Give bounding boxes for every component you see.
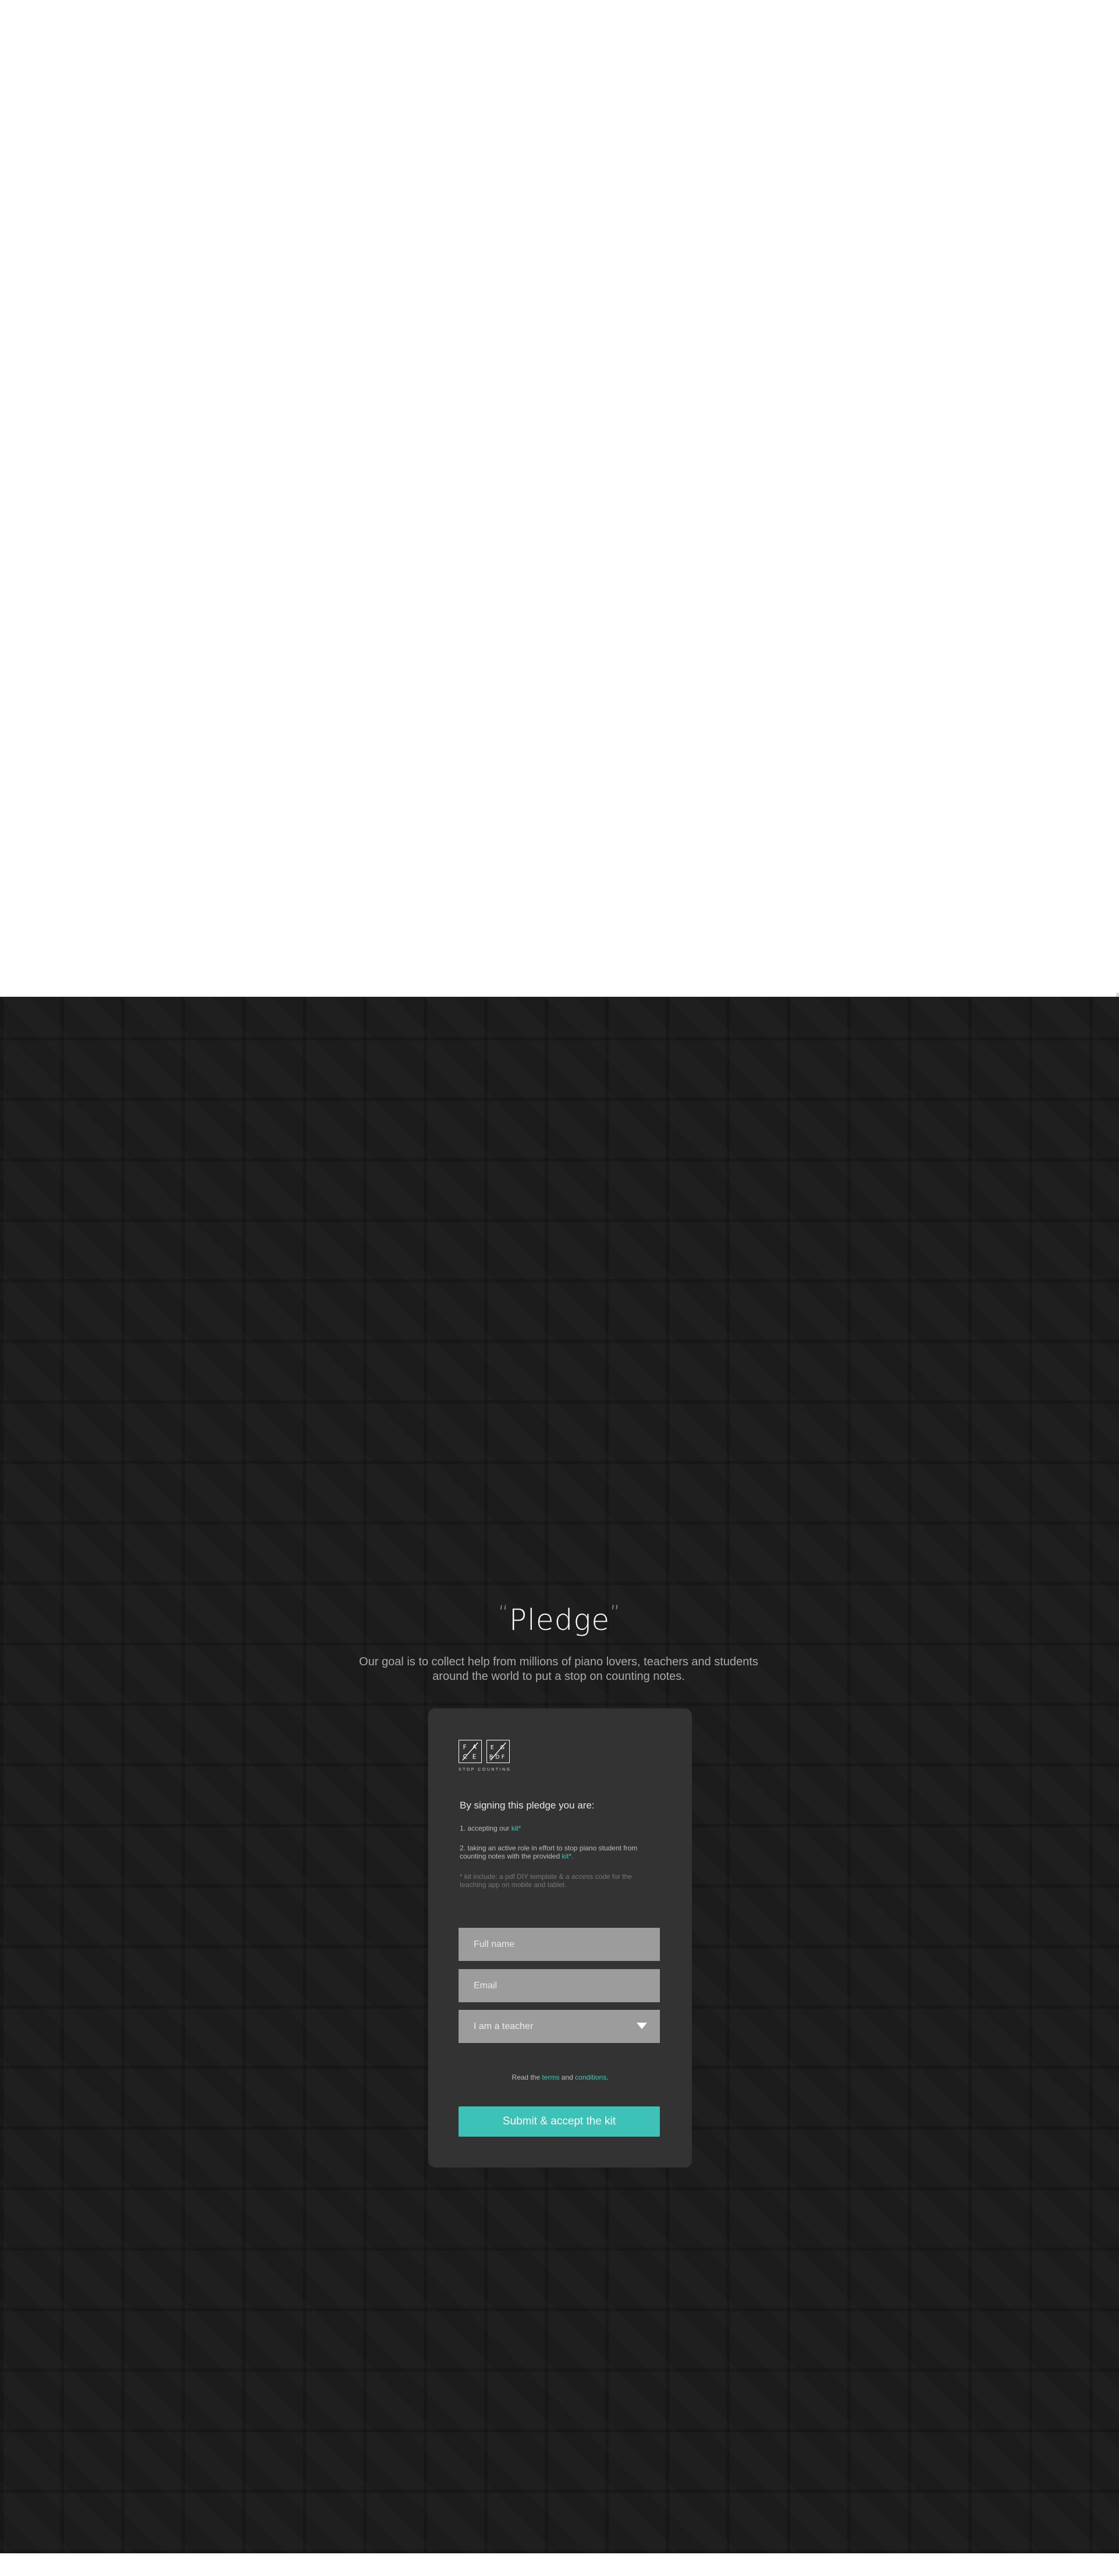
pledge-heading: By signing this pledge you are: (460, 1800, 595, 1811)
terms-link[interactable]: terms (542, 2073, 559, 2081)
logo-letter-1: F (463, 1744, 467, 1751)
logo-letter-5: E (491, 1744, 494, 1751)
pledge-item-1: 1. accepting our kit* (460, 1824, 658, 1832)
logo-egbdf-graphic: E G B D F (489, 1742, 506, 1761)
full-name-input[interactable] (459, 1928, 660, 1961)
logo-letter-8: D (495, 1754, 499, 1760)
stop-counting-logo: F A C E E G B D F STOP COUNTING (459, 1740, 523, 1776)
terms-notice: Read the terms and conditions. (428, 2073, 692, 2081)
kit-footnote: * kit include: a pdf DIY template & a ac… (460, 1873, 632, 1889)
logo-letter-6: G (500, 1744, 505, 1751)
kit-asterisk-2: *. (569, 1852, 574, 1860)
pledge-item-1-text: 1. accepting our (460, 1824, 511, 1832)
footer-blank-strip (0, 2553, 1119, 2576)
logo-letter-7: B (489, 1754, 493, 1760)
subtitle-line-2: around the world to put a stop on counti… (432, 1670, 685, 1683)
role-select-value: I am a teacher (474, 2021, 534, 2031)
email-input[interactable] (459, 1969, 660, 2002)
open-quote: “ (498, 1601, 509, 1625)
page-title: “Pledge” (0, 1601, 1119, 1637)
pledge-item-2: 2. taking an active role in effort to st… (460, 1844, 658, 1860)
subtitle-line-1: Our goal is to collect help from million… (359, 1655, 758, 1668)
kit-link[interactable]: kit (511, 1824, 518, 1832)
pledge-card: F A C E E G B D F STOP COUNTING By signi… (428, 1708, 692, 2168)
role-select[interactable]: I am a teacher (459, 2010, 660, 2043)
logo-caption: STOP COUNTING (459, 1768, 511, 1772)
logo-letter-4: E (473, 1753, 477, 1760)
conditions-link[interactable]: conditions (575, 2073, 606, 2081)
close-quote: ” (610, 1601, 621, 1625)
logo-letter-9: F (502, 1754, 505, 1760)
kit-link-2[interactable]: kit (562, 1852, 569, 1860)
logo-face-box: F A C E (459, 1740, 482, 1763)
kit-asterisk: * (518, 1824, 521, 1832)
logo-letter-3: C (463, 1753, 467, 1760)
terms-suffix: . (606, 2073, 609, 2081)
submit-button[interactable]: Submit & accept the kit (459, 2106, 660, 2137)
logo-egbdf-box: E G B D F (486, 1740, 510, 1763)
page-title-text: Pledge (509, 1603, 610, 1637)
pledge-item-2-text: 2. taking an active role in effort to st… (460, 1844, 638, 1860)
terms-prefix: Read the (511, 2073, 542, 2081)
terms-middle: and (559, 2073, 576, 2081)
caret-down-icon (637, 2023, 647, 2029)
page-subtitle: Our goal is to collect help from million… (326, 1655, 791, 1684)
blank-top-area (0, 0, 1119, 997)
logo-letter-2: A (473, 1744, 477, 1751)
logo-face-graphic: F A C E (462, 1742, 478, 1761)
